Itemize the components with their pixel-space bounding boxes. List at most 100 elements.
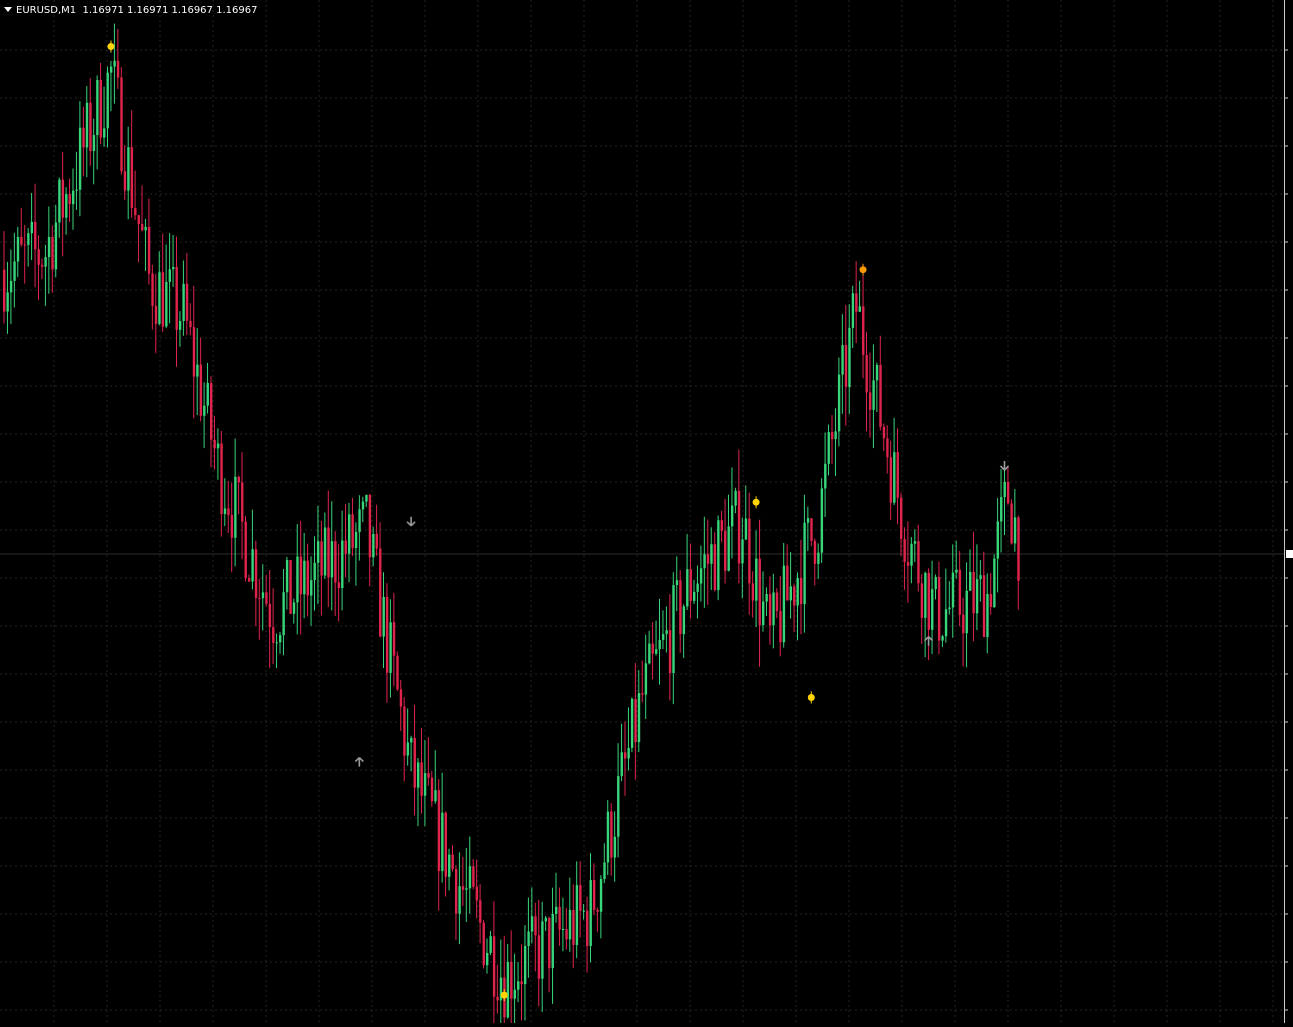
candle xyxy=(268,570,272,668)
candle xyxy=(292,598,296,624)
chart-window[interactable]: EURUSD,M1 1.16971 1.16971 1.16967 1.1696… xyxy=(0,0,1293,1023)
candle xyxy=(989,573,993,615)
candle xyxy=(851,285,855,349)
candle xyxy=(1003,465,1006,536)
candle-body xyxy=(178,320,182,330)
candle-body xyxy=(265,592,268,604)
candle-body xyxy=(354,531,358,549)
candle-body xyxy=(237,476,240,483)
candle-body xyxy=(741,539,744,564)
candle xyxy=(886,425,889,474)
dropdown-triangle-icon[interactable] xyxy=(4,7,12,12)
candle-body xyxy=(948,607,951,610)
candle xyxy=(465,847,468,923)
candle xyxy=(717,515,720,601)
candle xyxy=(786,544,789,601)
candle-body xyxy=(13,261,16,281)
candle-body xyxy=(751,583,755,601)
candle-body xyxy=(292,602,296,614)
candle-body xyxy=(192,327,196,377)
candle-body xyxy=(513,989,516,999)
candle-body xyxy=(599,879,603,912)
candle-body xyxy=(555,906,558,914)
candle xyxy=(144,219,147,271)
candle xyxy=(893,417,896,505)
candle-body xyxy=(661,634,665,640)
candle xyxy=(427,737,430,786)
signal-arrow-up xyxy=(924,636,934,646)
candle-body xyxy=(965,590,968,634)
candle-body xyxy=(68,194,71,205)
candle xyxy=(137,215,140,263)
candle-body xyxy=(913,541,917,544)
candle xyxy=(810,518,813,547)
candle xyxy=(241,452,244,560)
candle-body xyxy=(127,147,130,191)
candle xyxy=(986,573,989,654)
candle-body xyxy=(358,509,361,532)
candle-body xyxy=(986,593,989,638)
candle-body xyxy=(627,747,630,759)
candlestick-chart[interactable] xyxy=(0,0,1284,1023)
candle xyxy=(820,478,824,563)
candle xyxy=(399,679,403,731)
candle xyxy=(513,953,516,1023)
candle-body xyxy=(551,913,554,969)
candle-body xyxy=(20,236,23,245)
candle xyxy=(20,207,23,247)
candle-body xyxy=(147,226,151,274)
candle xyxy=(358,495,361,561)
candle xyxy=(113,23,116,104)
candle-body xyxy=(710,544,713,564)
candle-body xyxy=(931,589,934,630)
candle-body xyxy=(682,606,686,635)
candle xyxy=(544,915,548,932)
candle-body xyxy=(672,585,675,673)
candle xyxy=(51,225,54,293)
candle-body xyxy=(165,281,168,327)
candle-body xyxy=(247,578,251,582)
candle-body xyxy=(241,482,244,522)
candle xyxy=(285,556,289,610)
candle xyxy=(178,311,182,347)
candle-body xyxy=(996,521,999,559)
candle-body xyxy=(796,577,799,606)
candle xyxy=(772,573,775,649)
price-axis[interactable] xyxy=(1284,0,1293,1023)
candle xyxy=(351,497,354,556)
candle xyxy=(78,101,82,217)
candle xyxy=(96,75,99,170)
candle xyxy=(454,865,458,941)
candle-body xyxy=(54,222,58,270)
candle-body xyxy=(40,264,44,267)
candle-body xyxy=(313,562,316,581)
candle xyxy=(334,531,337,616)
candle xyxy=(868,352,872,438)
candle-body xyxy=(548,917,551,969)
candle xyxy=(213,416,216,470)
candle-body xyxy=(72,190,75,205)
candle xyxy=(37,235,40,300)
candle xyxy=(872,344,875,449)
candle xyxy=(127,126,130,220)
candle-body xyxy=(655,649,658,654)
candle xyxy=(261,564,265,631)
candle-body xyxy=(989,593,993,608)
candle xyxy=(824,432,827,517)
candle-body xyxy=(189,320,192,328)
candle-body xyxy=(696,583,699,592)
candle-body xyxy=(817,552,820,564)
candle xyxy=(385,583,389,703)
candle xyxy=(913,529,917,563)
candle-body xyxy=(182,283,185,321)
candle-body xyxy=(734,490,737,506)
chart-title-bar[interactable]: EURUSD,M1 1.16971 1.16971 1.16967 1.1696… xyxy=(4,5,257,16)
candle xyxy=(906,521,910,603)
candle xyxy=(99,62,102,145)
candle-body xyxy=(303,560,306,595)
candle xyxy=(158,251,161,326)
candle xyxy=(606,800,610,876)
candle xyxy=(165,244,168,329)
candle xyxy=(758,519,761,667)
candle xyxy=(348,502,351,583)
